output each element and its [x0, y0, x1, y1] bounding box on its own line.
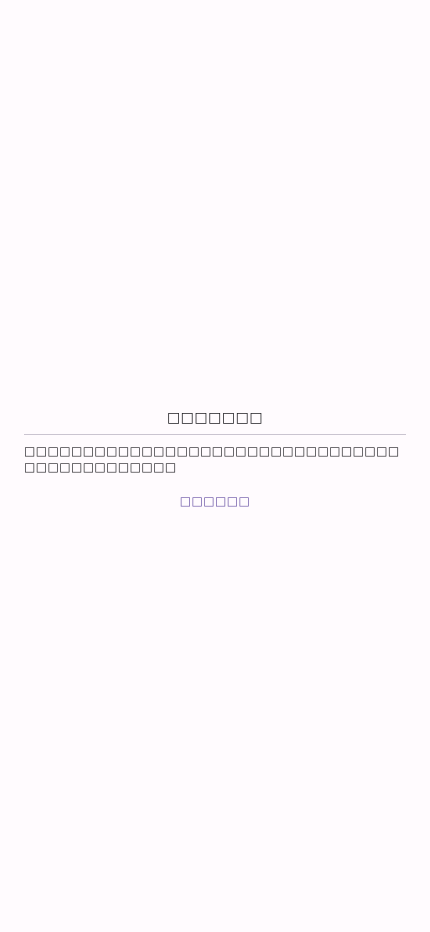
dialog-message: □□□□□□□□□□□□□□□□□□□□□□□□□□□□□□□□□□□□□□□□… [24, 444, 400, 474]
dialog-divider [24, 434, 406, 435]
dialog: □□□□□□□ □□□□□□□□□□□□□□□□□□□□□□□□□□□□□□□□… [24, 406, 406, 513]
dialog-action-button[interactable]: □□□□□□ [172, 489, 258, 513]
dialog-title: □□□□□□□ [166, 410, 264, 426]
